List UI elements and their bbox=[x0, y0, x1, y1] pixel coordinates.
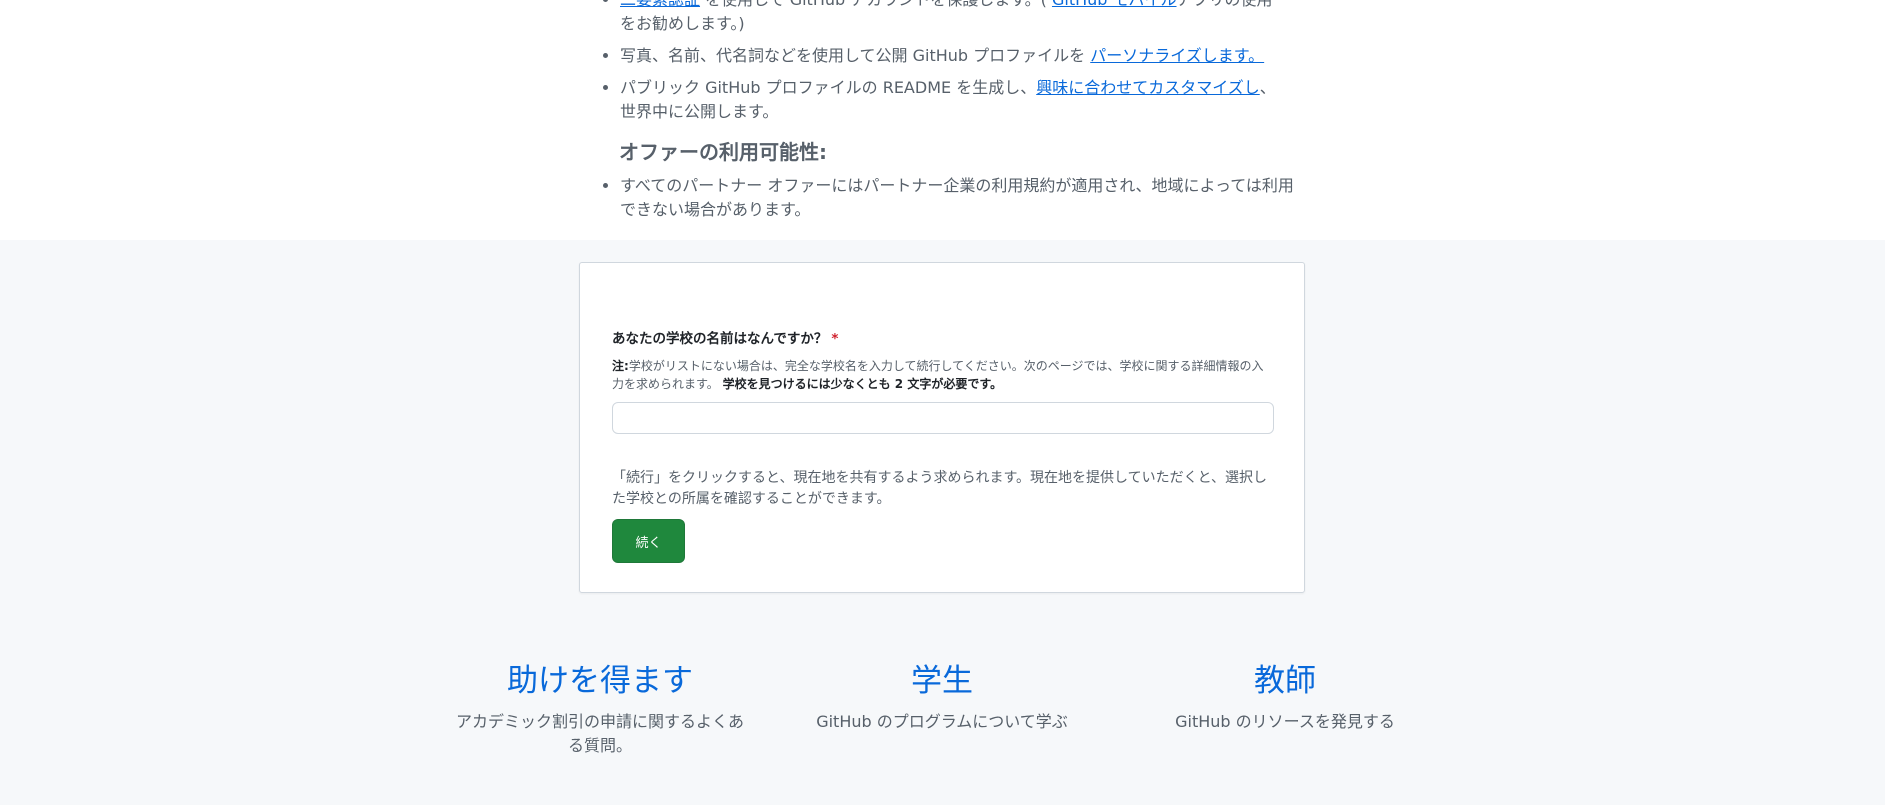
note-min-chars: 学校を見つけるには少なくとも 2 文字が必要です。 bbox=[722, 377, 1003, 391]
footer-students-desc: GitHub のプログラムについて学ぶ bbox=[816, 712, 1068, 731]
school-name-label: あなたの学校の名前はなんですか？ * bbox=[612, 329, 838, 349]
github-mobile-link[interactable]: GitHub モバイル bbox=[1052, 0, 1177, 9]
benefit-item-readme: パブリック GitHub プロファイルの README を生成し、興味に合わせて… bbox=[620, 76, 1300, 124]
school-note: 注:学校がリストにない場合は、完全な学校名を入力して続行してください。次のページ… bbox=[612, 357, 1274, 393]
footer-teachers: 教師 GitHub のリソースを発見する bbox=[1135, 658, 1435, 734]
school-name-input[interactable] bbox=[612, 402, 1274, 434]
customize-link[interactable]: 興味に合わせてカスタマイズし bbox=[1036, 78, 1260, 97]
benefit-item-2fa: 二要素認証 を使用して GitHub アカウントを保護します。( GitHub … bbox=[620, 0, 1300, 36]
benefit-item-profile: 写真、名前、代名詞などを使用して公開 GitHub プロファイルを パーソナライ… bbox=[620, 44, 1300, 68]
benefit-text: 写真、名前、代名詞などを使用して公開 GitHub プロファイルを bbox=[620, 46, 1091, 65]
note-label: 注: bbox=[612, 359, 629, 373]
location-consent-text: 「続行」をクリックすると、現在地を共有するよう求められます。現在地を提供していた… bbox=[612, 470, 1268, 507]
offer-list: すべてのパートナー オファーにはパートナー企業の利用規約が適用され、地域によって… bbox=[600, 174, 1300, 222]
benefit-text: を使用して GitHub アカウントを保護します。( bbox=[700, 0, 1052, 9]
school-form-card: あなたの学校の名前はなんですか？ * 注:学校がリストにない場合は、完全な学校名を… bbox=[579, 262, 1305, 593]
benefit-text: パブリック GitHub プロファイルの README を生成し、 bbox=[620, 78, 1037, 97]
benefit-text: 、 bbox=[1259, 78, 1276, 97]
benefits-section: 二要素認証 を使用して GitHub アカウントを保護します。( GitHub … bbox=[0, 0, 1885, 240]
footer-teachers-desc: GitHub のリソースを発見する bbox=[1175, 712, 1395, 731]
footer-help-link[interactable]: 助けを得ます bbox=[450, 658, 750, 704]
benefit-text: 世界中に公開します。 bbox=[620, 102, 779, 121]
school-name-label-text: あなたの学校の名前はなんですか？ bbox=[612, 331, 828, 347]
footer-help: 助けを得ます アカデミック割引の申請に関するよくある質問。 bbox=[450, 658, 750, 758]
footer-help-desc: アカデミック割引の申請に関するよくある質問。 bbox=[455, 712, 744, 755]
footer-students-link[interactable]: 学生 bbox=[792, 658, 1092, 704]
two-factor-auth-link[interactable]: 二要素認証 bbox=[620, 0, 700, 9]
offer-item: すべてのパートナー オファーにはパートナー企業の利用規約が適用され、地域によって… bbox=[620, 174, 1300, 222]
footer-students: 学生 GitHub のプログラムについて学ぶ bbox=[792, 658, 1092, 734]
continue-button[interactable]: 続く bbox=[612, 519, 685, 563]
benefit-text: アプリの使用 bbox=[1177, 0, 1273, 9]
offer-availability-heading: オファーの利用可能性: bbox=[619, 140, 827, 164]
required-asterisk: * bbox=[831, 331, 839, 347]
personalize-link[interactable]: パーソナライズします。 bbox=[1090, 46, 1264, 65]
footer-teachers-link[interactable]: 教師 bbox=[1135, 658, 1435, 704]
benefits-list: 二要素認証 を使用して GitHub アカウントを保護します。( GitHub … bbox=[600, 0, 1300, 132]
benefit-text: をお勧めします。) bbox=[620, 14, 745, 33]
